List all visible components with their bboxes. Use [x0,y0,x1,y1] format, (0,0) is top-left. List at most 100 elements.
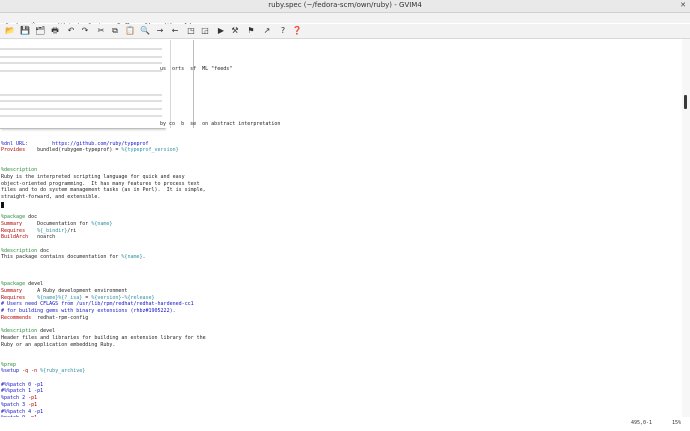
find-help-icon[interactable]: ❓ [292,26,302,36]
code-token: #%%patch 0 -p1 [1,381,44,388]
code-token: %{typeprof_version} [121,147,179,154]
print-icon[interactable]: 🖶 [50,26,60,36]
code-token: %patch 3 [1,401,29,408]
code-token: %package [1,214,26,221]
code-line: straight-forward, and extensible. [1,194,100,201]
save-icon[interactable]: 💾 [20,26,30,36]
undo-icon[interactable]: ↶ [66,26,76,36]
cut-icon[interactable]: ✂ [96,26,106,36]
menu-fragment-text: by co b se on abstract interpretation [160,121,281,127]
code-token: %description [1,328,38,335]
code-token: This package contains documentation for [1,254,122,261]
code-token: Ruby or an application embedding Ruby. [1,341,116,348]
code-token: %prep [1,361,17,368]
code-token: BuildArch [1,234,29,241]
menu-bar: SouborÚpravyNástrojeSyntaxeBufferyOknaNá… [0,13,690,30]
code-token: Header files and libraries for building … [1,334,206,341]
code-token: object-oriented programming. It has many… [1,180,200,187]
code-token: doc [37,247,50,254]
cursor-position: 495,0-1 [631,420,653,426]
code-token: doc [25,214,38,221]
code-token: Documentation for [22,220,92,227]
code-token: Requires [1,227,26,234]
save-all-icon[interactable]: 🗂 [35,26,45,36]
find-prev-icon[interactable]: ← [170,26,180,36]
code-token: -p1 [28,395,38,402]
code-token: %{version} [91,294,122,301]
code-token: devel [25,281,44,288]
menu-fragment-text: us orts sf ML "feeds" [160,66,233,72]
code-token: straight-forward, and extensible. [1,194,101,201]
code-token: # for building gems with binary extensio… [1,308,176,314]
menu-separator [0,108,162,110]
load-session-icon[interactable]: ◳ [186,26,196,36]
close-icon[interactable]: ✕ [680,1,686,9]
code-token: %description [1,247,38,254]
code-token: %description [1,167,38,174]
code-token: %dnl URL: https://github.com/ruby/typepr… [1,140,149,147]
code-token: %{release} [124,294,155,301]
menu-separator [0,115,162,117]
toolbar: 📂 💾 🗂 🖶 ↶ ↷ ✂ ⧉ 📋 🔍 → ← ◳ ◲ ▶ ⚒ ⚑ ↗? ❓ [0,24,690,39]
scroll-percent: 15% [672,420,682,426]
find-icon[interactable]: 🔍 [140,26,150,36]
code-token: # Users need CFLAGS from /usr/lib/rpm/re… [1,301,194,308]
text-cursor [1,201,4,208]
code-token: Provides [1,147,26,154]
window-title: ruby.spec (~/fedora-scm/own/ruby) - GVIM… [268,1,422,9]
paste-icon[interactable]: 📋 [125,26,135,36]
vertical-scrollbar[interactable] [682,39,690,417]
code-token: %patch 2 [1,395,29,402]
code-token: /ri [67,227,77,234]
code-token: Requires [1,294,26,301]
code-token: redhat-rpm-config [31,314,89,321]
code-token: bundled(rubygem-typeprof) = [25,147,122,154]
code-token: %package [1,281,26,288]
open-icon[interactable]: 📂 [5,26,15,36]
menu-separator [0,94,162,96]
title-bar: ruby.spec (~/fedora-scm/own/ruby) - GVIM… [0,0,690,13]
code-token: #%%patch 1 -p1 [1,388,44,395]
code-token: -p1 [28,401,38,408]
code-token: %{name}%{?_isa} [37,294,83,301]
code-token: -q -n [19,368,41,375]
code-line: Provides bundled(rubygem-typeprof) = %{t… [1,147,179,154]
run-ctags-icon[interactable]: ⚑ [246,26,256,36]
code-line: %setup -q -n %{ruby_archive} [1,368,85,375]
code-token: Ruby is the interpreted scripting langua… [1,174,185,180]
copy-icon[interactable]: ⧉ [110,26,120,36]
code-token: %{name} [91,220,113,227]
code-line: Recommends redhat-rpm-config [1,315,88,322]
run-script-icon[interactable]: ▶ [216,26,226,36]
code-token: . [142,254,146,261]
code-line: Ruby or an application embedding Ruby. [1,342,115,349]
menu-popup[interactable] [0,40,165,129]
menu-separator [0,56,162,58]
code-line: BuildArch noarch [1,234,55,241]
make-icon[interactable]: ⚒ [230,26,240,36]
jump-tag-icon[interactable]: ↗ [262,26,272,36]
redo-icon[interactable]: ↷ [80,26,90,36]
menu-separator [0,62,162,64]
save-session-icon[interactable]: ◲ [200,26,210,36]
code-token: %{name} [121,254,143,261]
code-token: devel [37,328,56,335]
code-token: #%%patch 4 -p1 [1,408,44,415]
find-next-icon[interactable]: → [155,26,165,36]
code-token: Recommends [1,314,32,321]
code-token: files and to do system management tasks … [1,187,206,194]
code-token: noarch [28,234,56,241]
menu-separator [0,70,162,72]
code-token: A Ruby development environment [22,287,128,294]
code-token: %{_bindir} [37,227,68,234]
help-icon[interactable]: ? [278,26,288,36]
code-token: = [82,294,92,301]
menu-separator [0,100,162,102]
menu-separator [0,48,162,50]
code-token: %setup [1,368,20,375]
scrollbar-thumb[interactable] [684,95,687,109]
code-token: Summary [1,287,23,294]
submenu-popup[interactable] [170,40,194,128]
